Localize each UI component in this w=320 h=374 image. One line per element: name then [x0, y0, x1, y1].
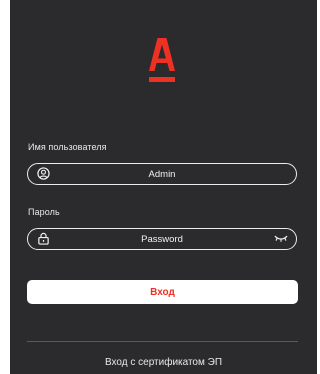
- alfa-bank-logo: [149, 38, 175, 82]
- password-field[interactable]: Password: [27, 228, 297, 250]
- username-label: Имя пользователя: [28, 142, 107, 152]
- password-placeholder: Password: [141, 233, 183, 245]
- divider: [27, 341, 298, 342]
- login-button[interactable]: Вход: [27, 280, 298, 304]
- username-value: Admin: [148, 168, 176, 180]
- eye-closed-icon[interactable]: [274, 234, 288, 243]
- password-label: Пароль: [28, 207, 60, 217]
- lock-icon: [38, 232, 49, 245]
- username-field[interactable]: Admin: [27, 163, 297, 185]
- certificate-login-link[interactable]: Вход с сертификатом ЭП: [10, 357, 317, 368]
- user-circle-icon: [37, 167, 50, 180]
- login-panel: Имя пользователя Admin Пароль Password В…: [10, 0, 317, 374]
